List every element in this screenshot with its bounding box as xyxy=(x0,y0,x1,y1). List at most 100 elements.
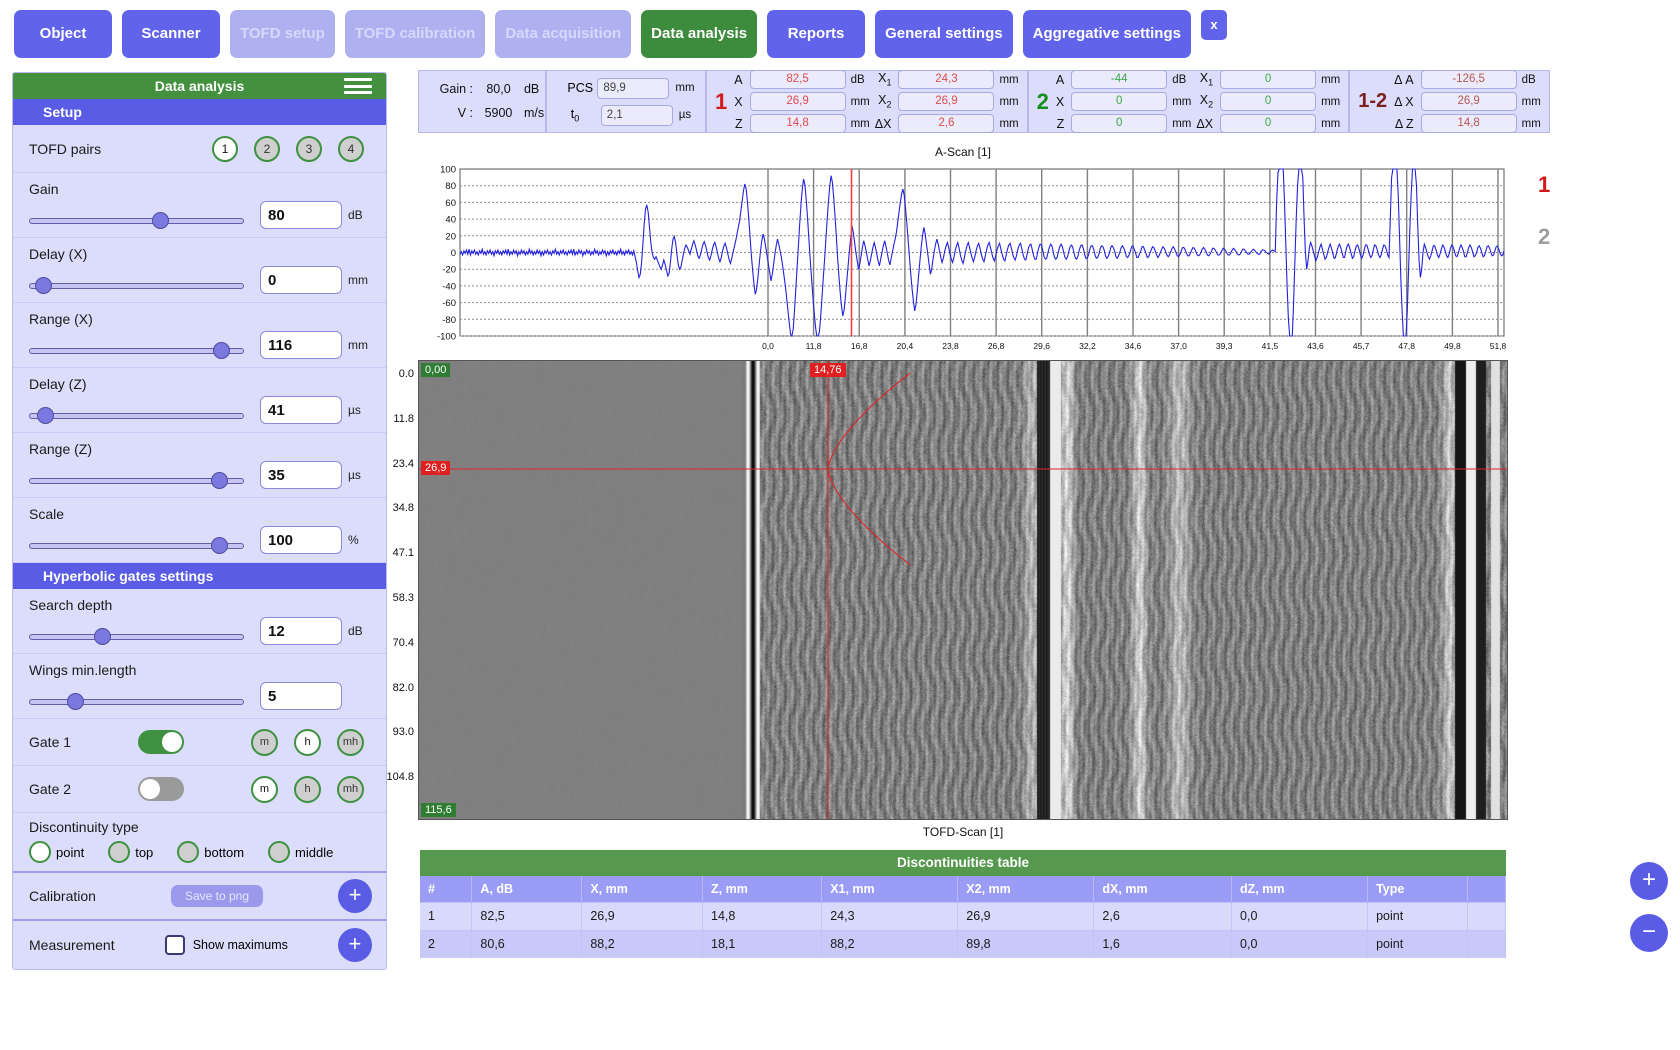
gate-2-mode-h[interactable]: h xyxy=(294,776,321,803)
panel-delta-value-2[interactable]: 14,8 xyxy=(1421,114,1517,133)
table-cell-1-1[interactable]: 80,6 xyxy=(472,930,582,958)
gate-slider-value-0[interactable] xyxy=(260,617,342,645)
setup-slider-value-2[interactable] xyxy=(260,331,342,359)
setup-slider-track-4[interactable] xyxy=(29,471,244,489)
tofd-scan-image[interactable]: 0,00 115,6 14,76 26,9 xyxy=(418,360,1508,820)
pcs-input[interactable] xyxy=(597,78,669,99)
table-cell-0-8[interactable]: point xyxy=(1368,902,1468,930)
nav-button-data-acquisition[interactable]: Data acquisition xyxy=(495,10,631,58)
setup-slider-value-3[interactable] xyxy=(260,396,342,424)
remove-row-minus-icon[interactable]: − xyxy=(1630,914,1668,952)
radio-icon-top[interactable] xyxy=(108,841,130,863)
table-cell-0-9[interactable] xyxy=(1468,902,1506,930)
gate-slider-track-1[interactable] xyxy=(29,692,244,710)
setup-slider-track-5[interactable] xyxy=(29,536,244,554)
gate-1-mode-m[interactable]: m xyxy=(251,729,278,756)
setup-slider-track-2[interactable] xyxy=(29,341,244,359)
panel-1-value-b-2[interactable]: 2,6 xyxy=(898,114,994,133)
table-header-cell-4[interactable]: X1, mm xyxy=(822,876,958,902)
nav-button-scanner[interactable]: Scanner xyxy=(122,10,220,58)
panel-1-value-a-2[interactable]: 14,8 xyxy=(750,114,846,133)
table-header-cell-2[interactable]: X, mm xyxy=(582,876,703,902)
tofd-pair-4[interactable]: 4 xyxy=(338,136,364,162)
ascan-chart[interactable]: 100806040200-20-40-60-80-1000,011,816,82… xyxy=(418,161,1508,353)
discontinuity-option-point[interactable]: point xyxy=(29,841,84,863)
setup-slider-value-4[interactable] xyxy=(260,461,342,489)
gate-1-toggle[interactable] xyxy=(138,730,184,754)
gate-2-mode-mh[interactable]: mh xyxy=(337,776,364,803)
setup-slider-value-1[interactable] xyxy=(260,266,342,294)
table-header-cell-0[interactable]: # xyxy=(420,876,472,902)
nav-button-aggregative-settings[interactable]: Aggregative settings xyxy=(1023,10,1191,58)
panel-2-value-a-0[interactable]: -44 xyxy=(1071,70,1167,89)
gate-1-mode-h[interactable]: h xyxy=(294,729,321,756)
measurement-add-plus-icon[interactable]: + xyxy=(338,928,372,962)
table-cell-0-4[interactable]: 24,3 xyxy=(822,902,958,930)
table-cell-0-5[interactable]: 26,9 xyxy=(958,902,1094,930)
setup-slider-track-3[interactable] xyxy=(29,406,244,424)
table-row[interactable]: 182,526,914,824,326,92,60,0point xyxy=(420,902,1506,930)
save-to-png-button[interactable]: Save to png xyxy=(171,885,263,907)
nav-button-tofd-setup[interactable]: TOFD setup xyxy=(230,10,335,58)
table-header-cell-1[interactable]: A, dB xyxy=(472,876,582,902)
panel-2-value-b-0[interactable]: 0 xyxy=(1220,70,1316,89)
panel-1-value-b-0[interactable]: 24,3 xyxy=(898,70,994,89)
table-header-cell-8[interactable]: Type xyxy=(1368,876,1468,902)
table-header-cell-7[interactable]: dZ, mm xyxy=(1232,876,1368,902)
panel-1-value-b-1[interactable]: 26,9 xyxy=(898,92,994,111)
table-cell-1-2[interactable]: 88,2 xyxy=(582,930,703,958)
table-header-cell-5[interactable]: X2, mm xyxy=(958,876,1094,902)
close-button[interactable]: x xyxy=(1201,10,1227,40)
discontinuity-option-middle[interactable]: middle xyxy=(268,841,333,863)
table-cell-1-5[interactable]: 89,8 xyxy=(958,930,1094,958)
panel-delta-value-1[interactable]: 26,9 xyxy=(1421,92,1517,111)
panel-2-value-a-2[interactable]: 0 xyxy=(1071,114,1167,133)
gate-slider-track-0[interactable] xyxy=(29,627,244,645)
discontinuity-option-bottom[interactable]: bottom xyxy=(177,841,244,863)
panel-delta-value-0[interactable]: -126,5 xyxy=(1421,70,1517,89)
panel-2-value-b-2[interactable]: 0 xyxy=(1220,114,1316,133)
nav-button-object[interactable]: Object xyxy=(14,10,112,58)
table-cell-0-3[interactable]: 14,8 xyxy=(703,902,822,930)
table-cell-0-0[interactable]: 1 xyxy=(420,902,472,930)
table-header-cell-9[interactable] xyxy=(1468,876,1506,902)
table-cell-1-9[interactable] xyxy=(1468,930,1506,958)
gate-2-toggle[interactable] xyxy=(138,777,184,801)
tofd-pair-3[interactable]: 3 xyxy=(296,136,322,162)
table-cell-1-6[interactable]: 1,6 xyxy=(1094,930,1232,958)
radio-icon-bottom[interactable] xyxy=(177,841,199,863)
table-cell-1-3[interactable]: 18,1 xyxy=(703,930,822,958)
calibration-add-plus-icon[interactable]: + xyxy=(338,879,372,913)
hamburger-icon[interactable] xyxy=(344,78,372,94)
nav-button-general-settings[interactable]: General settings xyxy=(875,10,1013,58)
tofd-pair-1[interactable]: 1 xyxy=(212,136,238,162)
table-header-cell-6[interactable]: dX, mm xyxy=(1094,876,1232,902)
gate-slider-value-1[interactable] xyxy=(260,682,342,710)
t0-input[interactable] xyxy=(601,105,673,126)
add-row-plus-icon[interactable]: + xyxy=(1630,862,1668,900)
gate-1-mode-mh[interactable]: mh xyxy=(337,729,364,756)
table-cell-0-7[interactable]: 0,0 xyxy=(1232,902,1368,930)
table-cell-0-2[interactable]: 26,9 xyxy=(582,902,703,930)
setup-slider-value-5[interactable] xyxy=(260,526,342,554)
table-row[interactable]: 280,688,218,188,289,81,60,0point xyxy=(420,930,1506,958)
panel-2-value-b-1[interactable]: 0 xyxy=(1220,92,1316,111)
show-maximums-checkbox[interactable] xyxy=(165,935,185,955)
table-cell-1-7[interactable]: 0,0 xyxy=(1232,930,1368,958)
discontinuity-option-top[interactable]: top xyxy=(108,841,153,863)
setup-slider-track-1[interactable] xyxy=(29,276,244,294)
table-cell-1-4[interactable]: 88,2 xyxy=(822,930,958,958)
table-cell-0-6[interactable]: 2,6 xyxy=(1094,902,1232,930)
panel-1-value-a-1[interactable]: 26,9 xyxy=(750,92,846,111)
radio-icon-middle[interactable] xyxy=(268,841,290,863)
setup-slider-track-0[interactable] xyxy=(29,211,244,229)
table-header-cell-3[interactable]: Z, mm xyxy=(703,876,822,902)
tofd-pair-2[interactable]: 2 xyxy=(254,136,280,162)
table-cell-1-0[interactable]: 2 xyxy=(420,930,472,958)
panel-2-value-a-1[interactable]: 0 xyxy=(1071,92,1167,111)
nav-button-tofd-calibration[interactable]: TOFD calibration xyxy=(345,10,486,58)
setup-slider-value-0[interactable] xyxy=(260,201,342,229)
radio-icon-point[interactable] xyxy=(29,841,51,863)
nav-button-data-analysis[interactable]: Data analysis xyxy=(641,10,757,58)
panel-1-value-a-0[interactable]: 82,5 xyxy=(750,70,846,89)
